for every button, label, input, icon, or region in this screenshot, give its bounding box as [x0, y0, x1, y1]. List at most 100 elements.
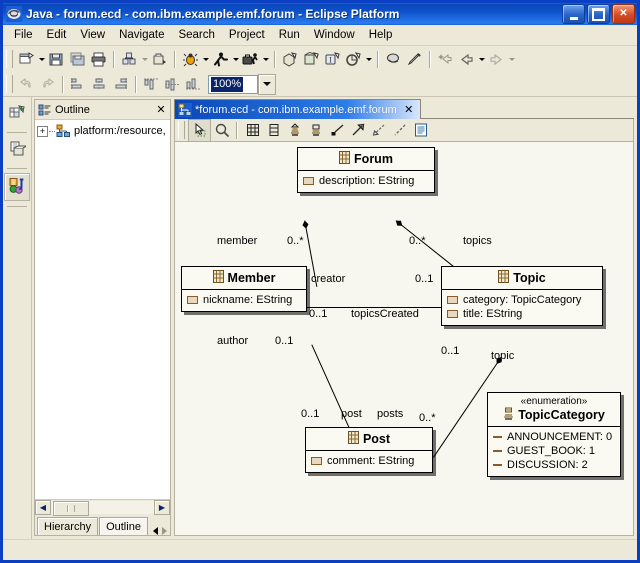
edge-label-topic-role[interactable]: topic: [491, 350, 514, 362]
association-tool[interactable]: [326, 120, 347, 141]
run-button[interactable]: [210, 49, 231, 70]
scroll-left-button[interactable]: ◀: [35, 500, 51, 515]
uml-class-forum[interactable]: Forum description: EString: [297, 147, 435, 193]
align-bottom-button[interactable]: [183, 74, 204, 95]
outline-tree[interactable]: + platform:/resource,: [35, 120, 170, 499]
menu-view[interactable]: View: [73, 27, 112, 43]
debug-dropdown-icon[interactable]: [201, 49, 210, 69]
uml-enum-literal[interactable]: ANNOUNCEMENT: 0: [493, 430, 615, 444]
edge-label-author-mult[interactable]: 0..1: [275, 335, 293, 347]
new-java-class-button[interactable]: [301, 49, 322, 70]
menu-project[interactable]: Project: [222, 27, 272, 43]
zoom-dropdown-icon[interactable]: [258, 73, 276, 95]
edge-label-topic-mult[interactable]: 0..1: [441, 345, 459, 357]
uml-attribute[interactable]: description: EString: [303, 174, 429, 188]
tab-outline[interactable]: Outline: [99, 517, 148, 535]
editor-tab-close-icon[interactable]: ✕: [402, 103, 416, 117]
palette-grip[interactable]: [178, 121, 185, 139]
align-middle-button[interactable]: [162, 74, 183, 95]
edge-label-post-role[interactable]: post: [341, 408, 362, 420]
scroll-track[interactable]: [51, 501, 154, 516]
scroll-right-button[interactable]: ▶: [154, 500, 170, 515]
edge-label-author-role[interactable]: author: [217, 335, 248, 347]
uml-class-topic[interactable]: Topic category: TopicCategory title: ESt…: [441, 266, 603, 326]
toolbar-grip[interactable]: [6, 50, 13, 68]
external-tools-dropdown-icon[interactable]: [261, 49, 270, 69]
forward-button[interactable]: [486, 49, 507, 70]
new-java-interface-button[interactable]: I: [322, 49, 343, 70]
new-wizard-dropdown-icon[interactable]: [37, 49, 46, 69]
edge-label-topics-mult[interactable]: 0..*: [409, 235, 426, 247]
list-item[interactable]: + platform:/resource,: [37, 123, 170, 139]
select-tool[interactable]: [188, 118, 211, 142]
link-tool[interactable]: [389, 120, 410, 141]
undo-button[interactable]: [16, 74, 37, 95]
edge-label-member-role[interactable]: member: [217, 235, 257, 247]
outline-close-icon[interactable]: ✕: [154, 103, 168, 117]
edge-label-posts-mult[interactable]: 0..*: [419, 412, 436, 424]
new-java-project-button[interactable]: [343, 49, 364, 70]
eattribute-tool[interactable]: [263, 120, 284, 141]
new-wizard-button[interactable]: [16, 49, 37, 70]
menu-file[interactable]: File: [7, 27, 40, 43]
new-java-package-button[interactable]: [280, 49, 301, 70]
diagram-canvas[interactable]: Forum description: EString Member nickna…: [174, 142, 634, 536]
toolbar-grip-2[interactable]: [6, 75, 13, 93]
outline-horizontal-scrollbar[interactable]: ◀ ▶: [35, 499, 170, 516]
align-center-button[interactable]: [89, 74, 110, 95]
forward-dropdown-icon[interactable]: [507, 49, 516, 69]
editor-tab-forum-ecd[interactable]: *forum.ecd - com.ibm.example.emf.forum ✕: [174, 99, 421, 119]
edge-label-post-mult[interactable]: 0..1: [301, 408, 319, 420]
search-button[interactable]: [383, 49, 404, 70]
tab-next-icon[interactable]: [161, 527, 167, 535]
back-button[interactable]: [456, 49, 477, 70]
menu-edit[interactable]: Edit: [40, 27, 74, 43]
menu-help[interactable]: Help: [362, 27, 400, 43]
edge-label-posts-role[interactable]: posts: [377, 408, 403, 420]
uml-attribute[interactable]: category: TopicCategory: [447, 293, 597, 307]
edge-label-topicscreated-mult[interactable]: 0..1: [309, 308, 327, 320]
back-dropdown-icon[interactable]: [477, 49, 486, 69]
last-edit-location-button[interactable]: [435, 49, 456, 70]
build-button[interactable]: [119, 49, 140, 70]
uml-class-post[interactable]: Post comment: EString: [305, 427, 433, 473]
save-all-button[interactable]: [67, 49, 88, 70]
eclass-tool[interactable]: [242, 120, 263, 141]
menu-search[interactable]: Search: [171, 27, 221, 43]
zoom-input[interactable]: 100%: [208, 74, 258, 94]
align-right-button[interactable]: [110, 74, 131, 95]
menu-window[interactable]: Window: [307, 27, 362, 43]
edge-label-topicscreated-role[interactable]: topicsCreated: [351, 308, 419, 320]
debug-button[interactable]: [180, 49, 201, 70]
align-left-button[interactable]: [68, 74, 89, 95]
tab-prev-icon[interactable]: [152, 527, 158, 535]
export-button[interactable]: [149, 49, 170, 70]
print-button[interactable]: [88, 49, 109, 70]
scroll-thumb[interactable]: [53, 501, 89, 516]
uml-enumeration-topiccategory[interactable]: «enumeration» TopicCategory ANNOUNCEMENT…: [487, 392, 621, 477]
note-tool[interactable]: [410, 120, 431, 141]
save-button[interactable]: [46, 49, 67, 70]
edge-label-creator-mult[interactable]: 0..1: [415, 273, 433, 285]
minimize-button[interactable]: [562, 4, 585, 24]
zoom-combo[interactable]: 100%: [208, 73, 276, 95]
generalization-tool[interactable]: [347, 120, 368, 141]
fastview-resource[interactable]: [5, 137, 29, 163]
tree-expander-icon[interactable]: +: [37, 125, 48, 137]
uml-enum-literal[interactable]: GUEST_BOOK: 1: [493, 444, 615, 458]
redo-button[interactable]: [37, 74, 58, 95]
eenum-tool[interactable]: [305, 120, 326, 141]
align-top-button[interactable]: [141, 74, 162, 95]
fastview-java-perspective[interactable]: [4, 173, 30, 201]
close-button[interactable]: ✕: [612, 4, 635, 24]
tab-hierarchy[interactable]: Hierarchy: [37, 517, 99, 535]
new-java-project-dropdown-icon[interactable]: [364, 49, 373, 69]
uml-attribute[interactable]: title: EString: [447, 307, 597, 321]
run-dropdown-icon[interactable]: [231, 49, 240, 69]
external-tools-button[interactable]: [240, 49, 261, 70]
uml-class-member[interactable]: Member nickname: EString: [181, 266, 307, 312]
menu-run[interactable]: Run: [272, 27, 307, 43]
zoom-tool[interactable]: [211, 120, 232, 141]
edge-label-topics-role[interactable]: topics: [463, 235, 492, 247]
uml-attribute[interactable]: comment: EString: [311, 454, 427, 468]
